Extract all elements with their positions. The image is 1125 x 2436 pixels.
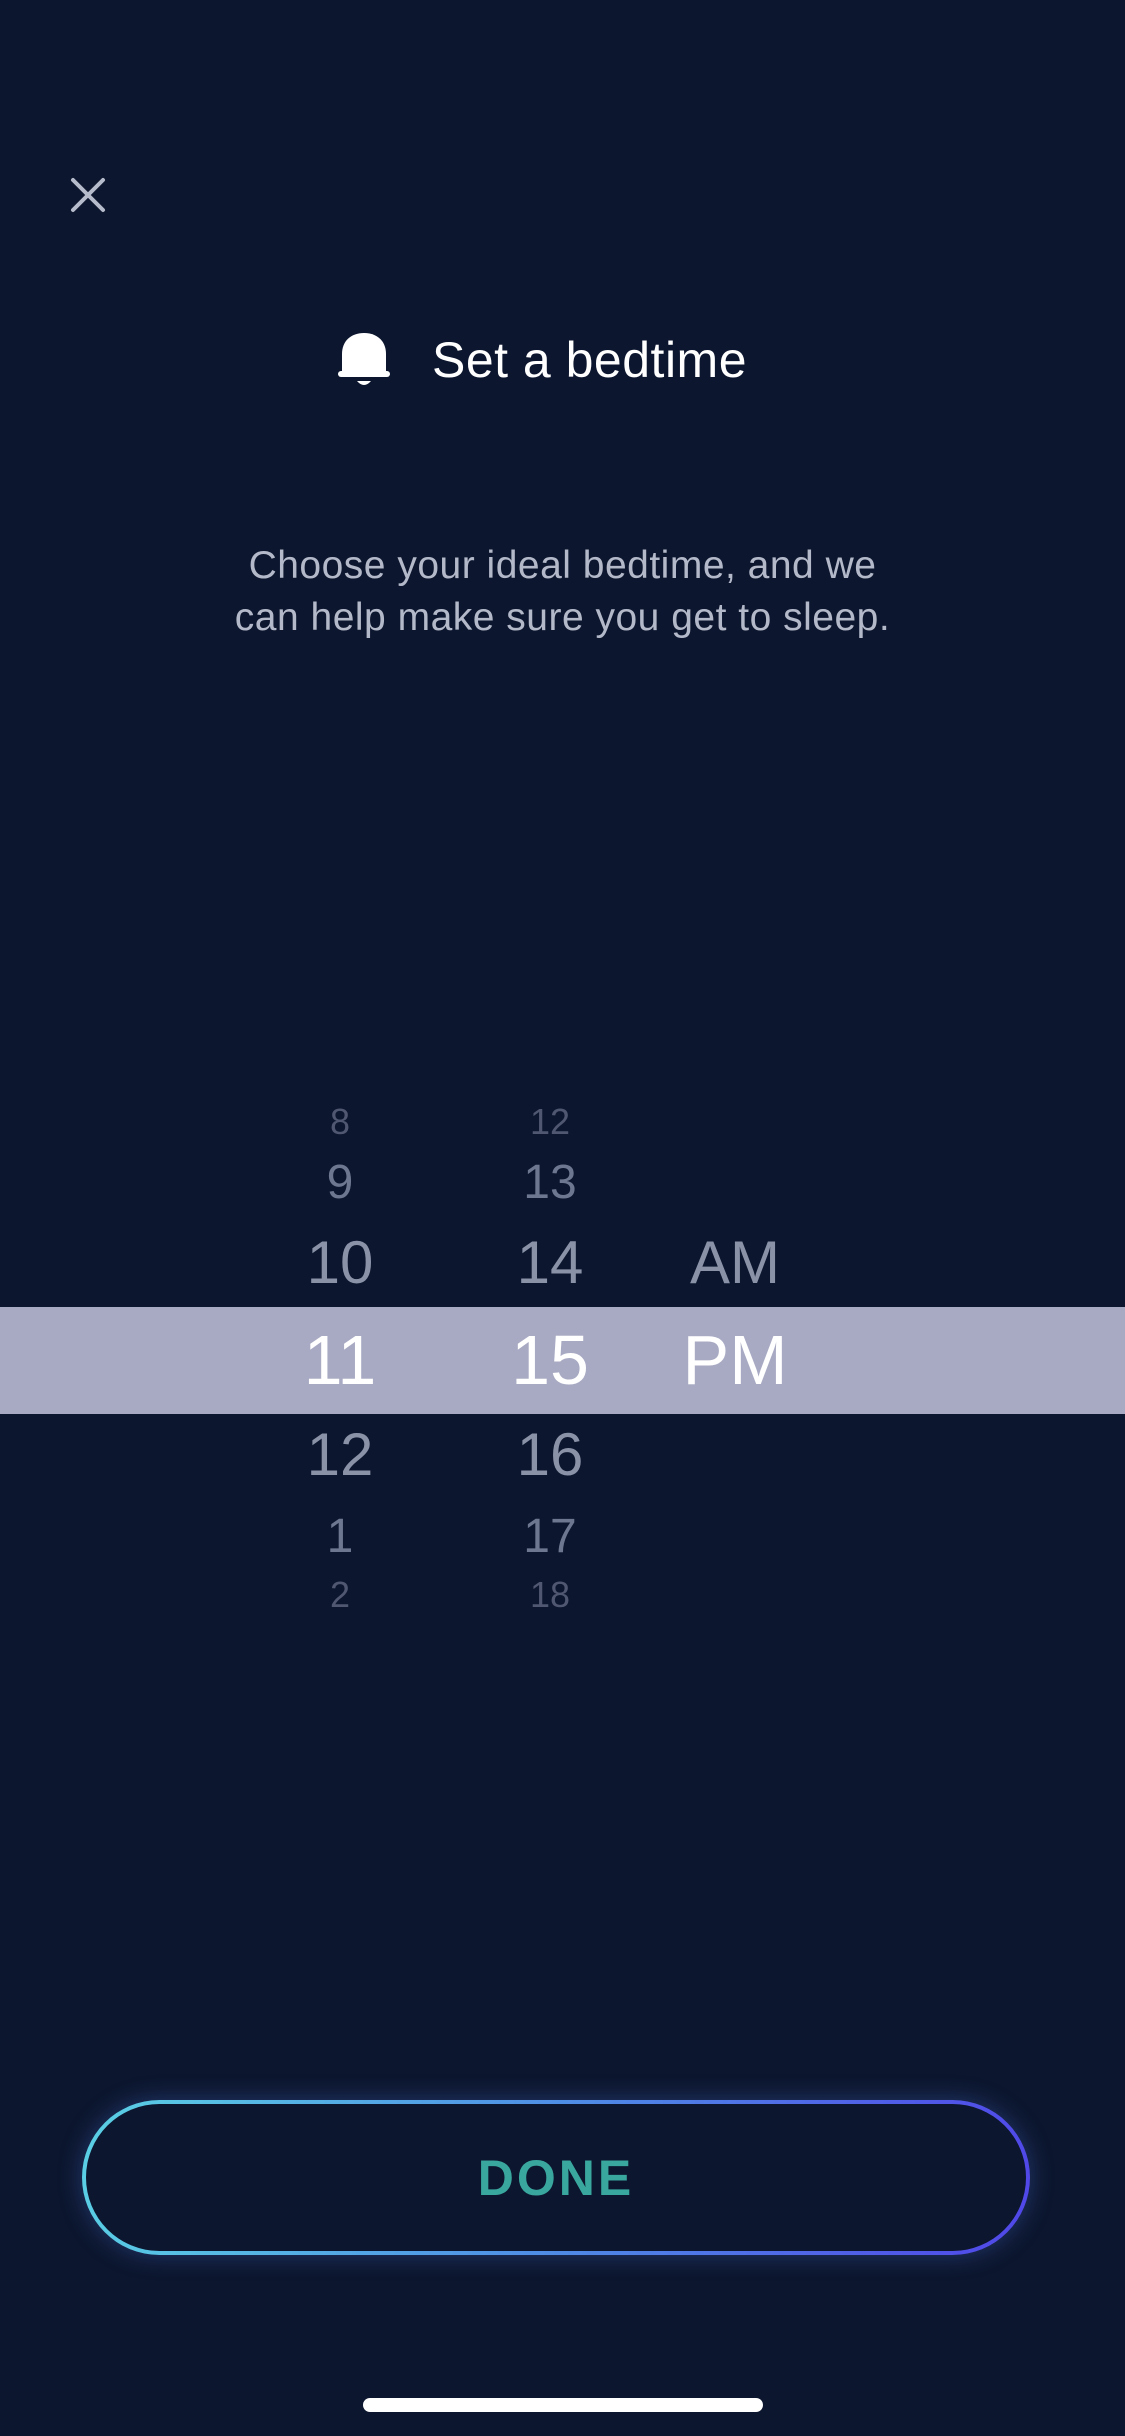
hour-option[interactable]: 12 xyxy=(280,1425,400,1485)
minute-option[interactable]: 16 xyxy=(490,1425,610,1485)
minute-option[interactable]: 18 xyxy=(490,1577,610,1613)
hour-option[interactable]: 2 xyxy=(280,1577,400,1613)
home-indicator[interactable] xyxy=(363,2398,763,2412)
minute-wheel[interactable]: 12 13 14 15 16 17 18 xyxy=(490,1080,610,1640)
minute-option[interactable]: 12 xyxy=(490,1104,610,1140)
hour-option[interactable]: 1 xyxy=(280,1513,400,1561)
minute-option[interactable]: 13 xyxy=(490,1159,610,1207)
time-picker[interactable]: 8 9 10 11 12 1 2 12 13 14 15 16 17 18 AM… xyxy=(0,1080,1125,1640)
page-title: Set a bedtime xyxy=(431,332,748,388)
period-option[interactable]: AM xyxy=(660,1233,810,1293)
hour-wheel[interactable]: 8 9 10 11 12 1 2 xyxy=(280,1080,400,1640)
subtitle-line-2: can help make sure you get to sleep. xyxy=(234,596,891,639)
period-selected[interactable]: PM xyxy=(660,1325,810,1395)
close-button[interactable] xyxy=(58,165,118,225)
hour-selected[interactable]: 11 xyxy=(280,1325,400,1395)
bedtime-screen: Set a bedtime Choose your ideal bedtime,… xyxy=(0,0,1125,2436)
subtitle: Choose your ideal bedtime, and we can he… xyxy=(0,540,1125,644)
subtitle-line-1: Choose your ideal bedtime, and we xyxy=(248,544,877,587)
bell-icon xyxy=(337,333,390,385)
hour-option[interactable]: 8 xyxy=(280,1104,400,1140)
hour-option[interactable]: 10 xyxy=(280,1233,400,1293)
minute-option[interactable]: 17 xyxy=(490,1513,610,1561)
minute-selected[interactable]: 15 xyxy=(490,1325,610,1395)
header: Set a bedtime xyxy=(0,320,1125,400)
minute-option[interactable]: 14 xyxy=(490,1233,610,1293)
done-button-inner: DONE xyxy=(86,2104,1026,2251)
period-wheel[interactable]: AM PM xyxy=(660,1080,810,1640)
hour-option[interactable]: 9 xyxy=(280,1159,400,1207)
done-button-label: DONE xyxy=(477,2149,635,2206)
close-icon xyxy=(71,178,105,212)
done-button[interactable]: DONE xyxy=(82,2100,1030,2255)
